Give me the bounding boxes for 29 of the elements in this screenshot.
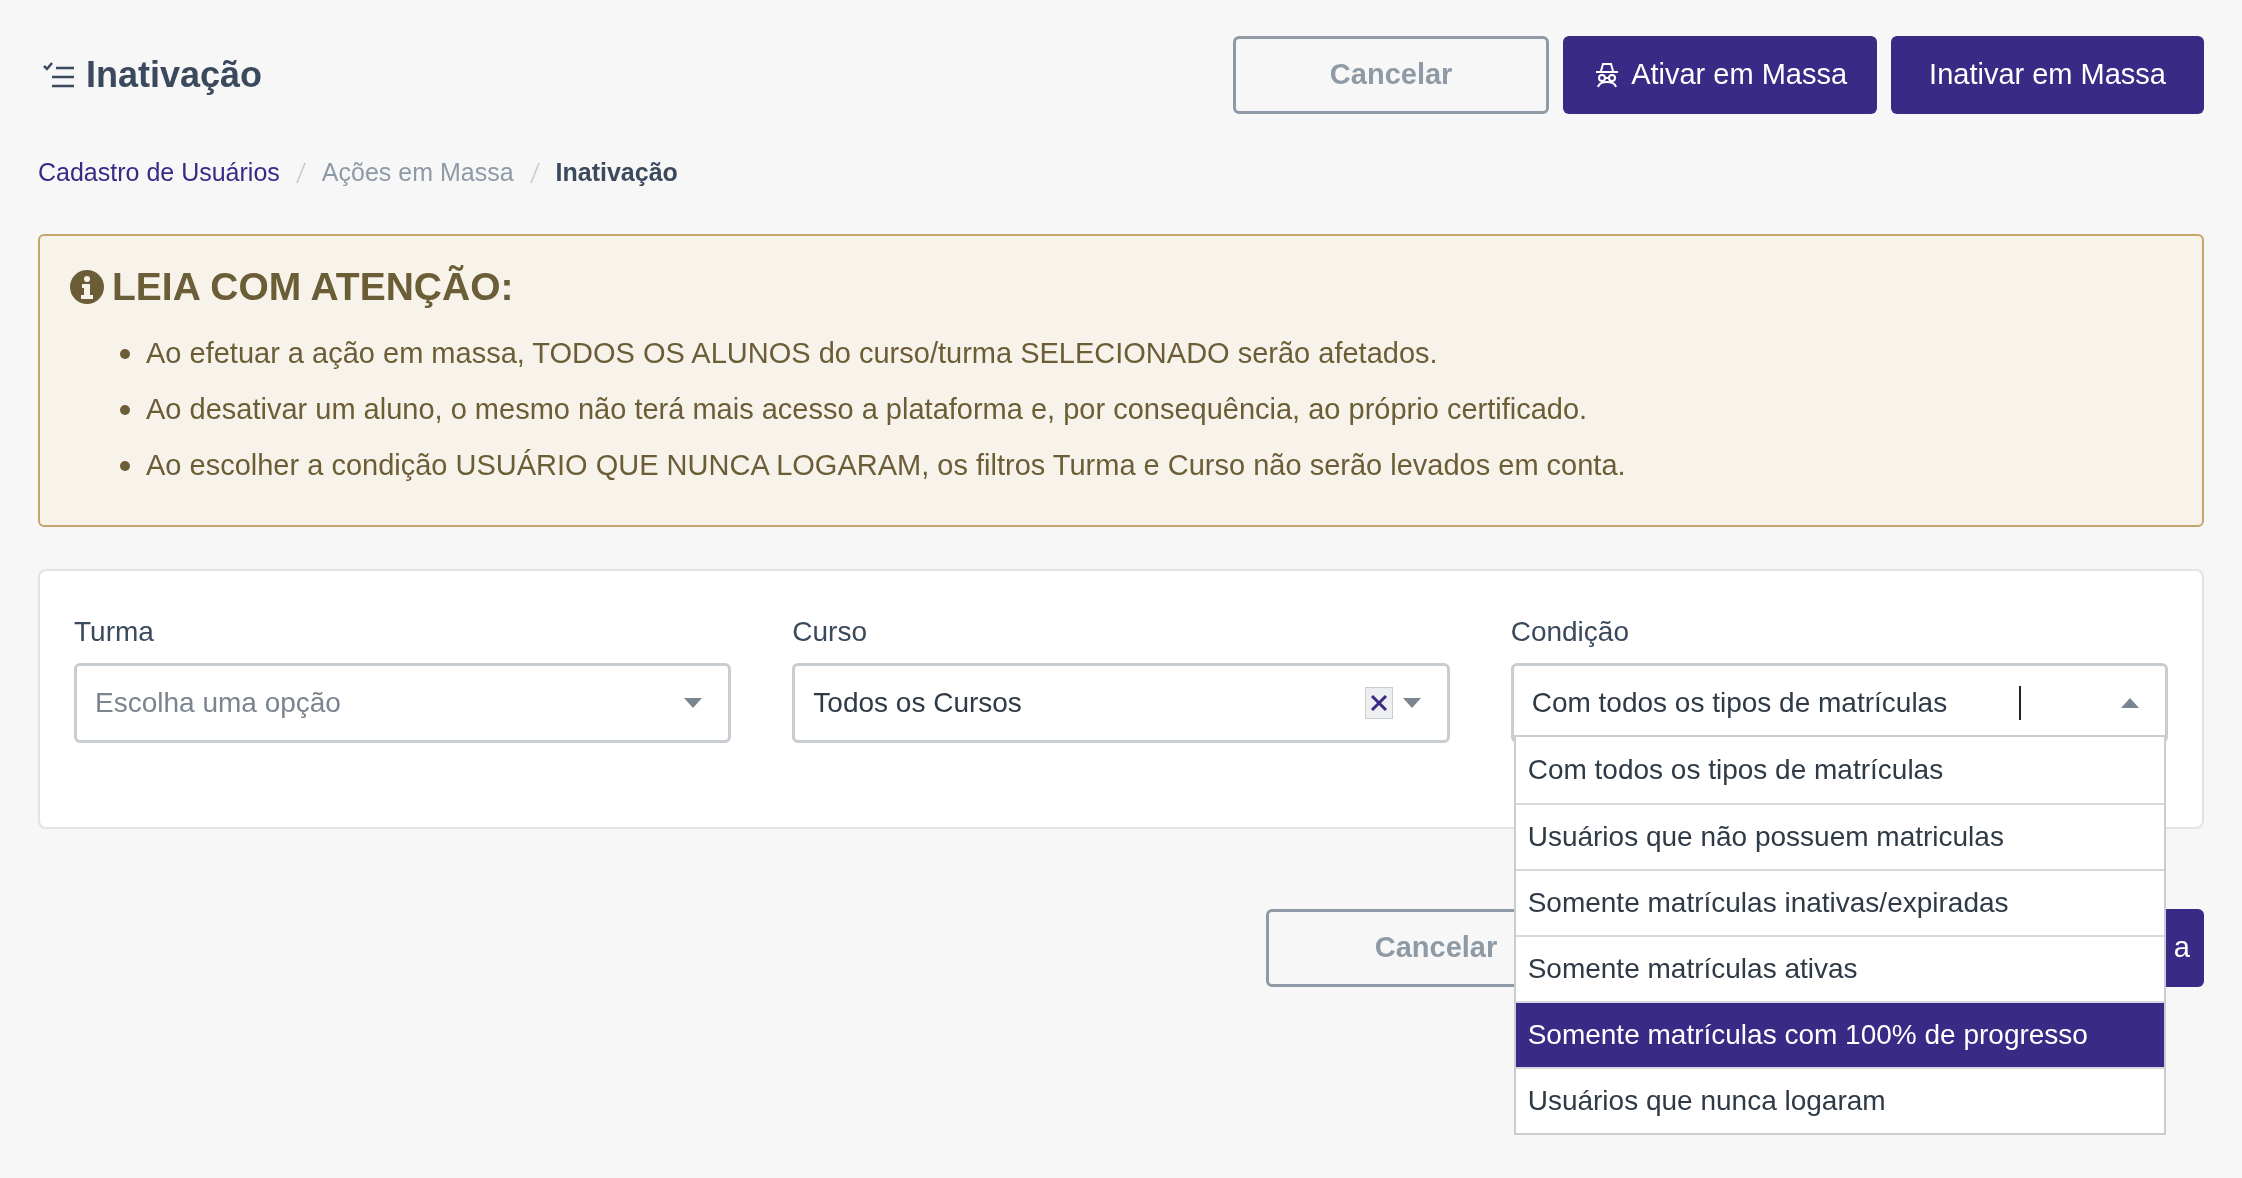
breadcrumb-current: Inativação bbox=[555, 157, 678, 188]
dropdown-option[interactable]: Somente matrículas com 100% de progresso bbox=[1515, 1000, 2164, 1067]
select-field[interactable]: Todos os Cursos bbox=[792, 662, 1450, 743]
bullet-icon bbox=[120, 461, 130, 471]
select-field[interactable]: Com todos os tipos de matrículas bbox=[1510, 662, 2168, 743]
alert-text: Ao escolher a condição USUÁRIO QUE NUNCA LOGARAM, os filtros Turma e Curso não serão levados em conta. bbox=[146, 448, 1626, 484]
caret-down-icon bbox=[684, 697, 703, 708]
info-icon bbox=[70, 269, 104, 304]
primary-button[interactable]: Ativar em Massa bbox=[1563, 36, 1878, 114]
bullet-icon bbox=[120, 349, 130, 359]
separator-icon bbox=[295, 160, 306, 185]
breadcrumb-link[interactable]: Cadastro de Usuários bbox=[38, 154, 280, 192]
text-cursor bbox=[2019, 685, 2021, 720]
close-icon bbox=[1369, 693, 1388, 712]
primary-button[interactable]: Inativar em Massa bbox=[1891, 36, 2204, 114]
separator-icon bbox=[529, 160, 540, 185]
alert-text: Ao desativar um aluno, o mesmo não terá mais acesso a plataforma e, por consequência, ao próprio certificado. bbox=[146, 392, 1588, 428]
field-label: Condição bbox=[1510, 614, 1630, 649]
field-label: Curso bbox=[792, 614, 869, 649]
select-field[interactable]: Escolha uma opção bbox=[74, 662, 732, 743]
bullet-icon bbox=[120, 405, 130, 415]
field-label: Turma bbox=[74, 614, 155, 649]
page-title: Inativação bbox=[86, 53, 263, 97]
caret-up-icon bbox=[2121, 697, 2139, 708]
checklist-icon bbox=[42, 60, 76, 90]
alert-title: LEIA COM ATENÇÃO: bbox=[112, 263, 514, 310]
alert-text: Ao efetuar a ação em massa, TODOS OS ALUNOS do curso/turma SELECIONADO serão afetados. bbox=[146, 336, 1438, 372]
caret-down-icon bbox=[1402, 697, 1421, 708]
clear-button[interactable] bbox=[1364, 686, 1393, 719]
